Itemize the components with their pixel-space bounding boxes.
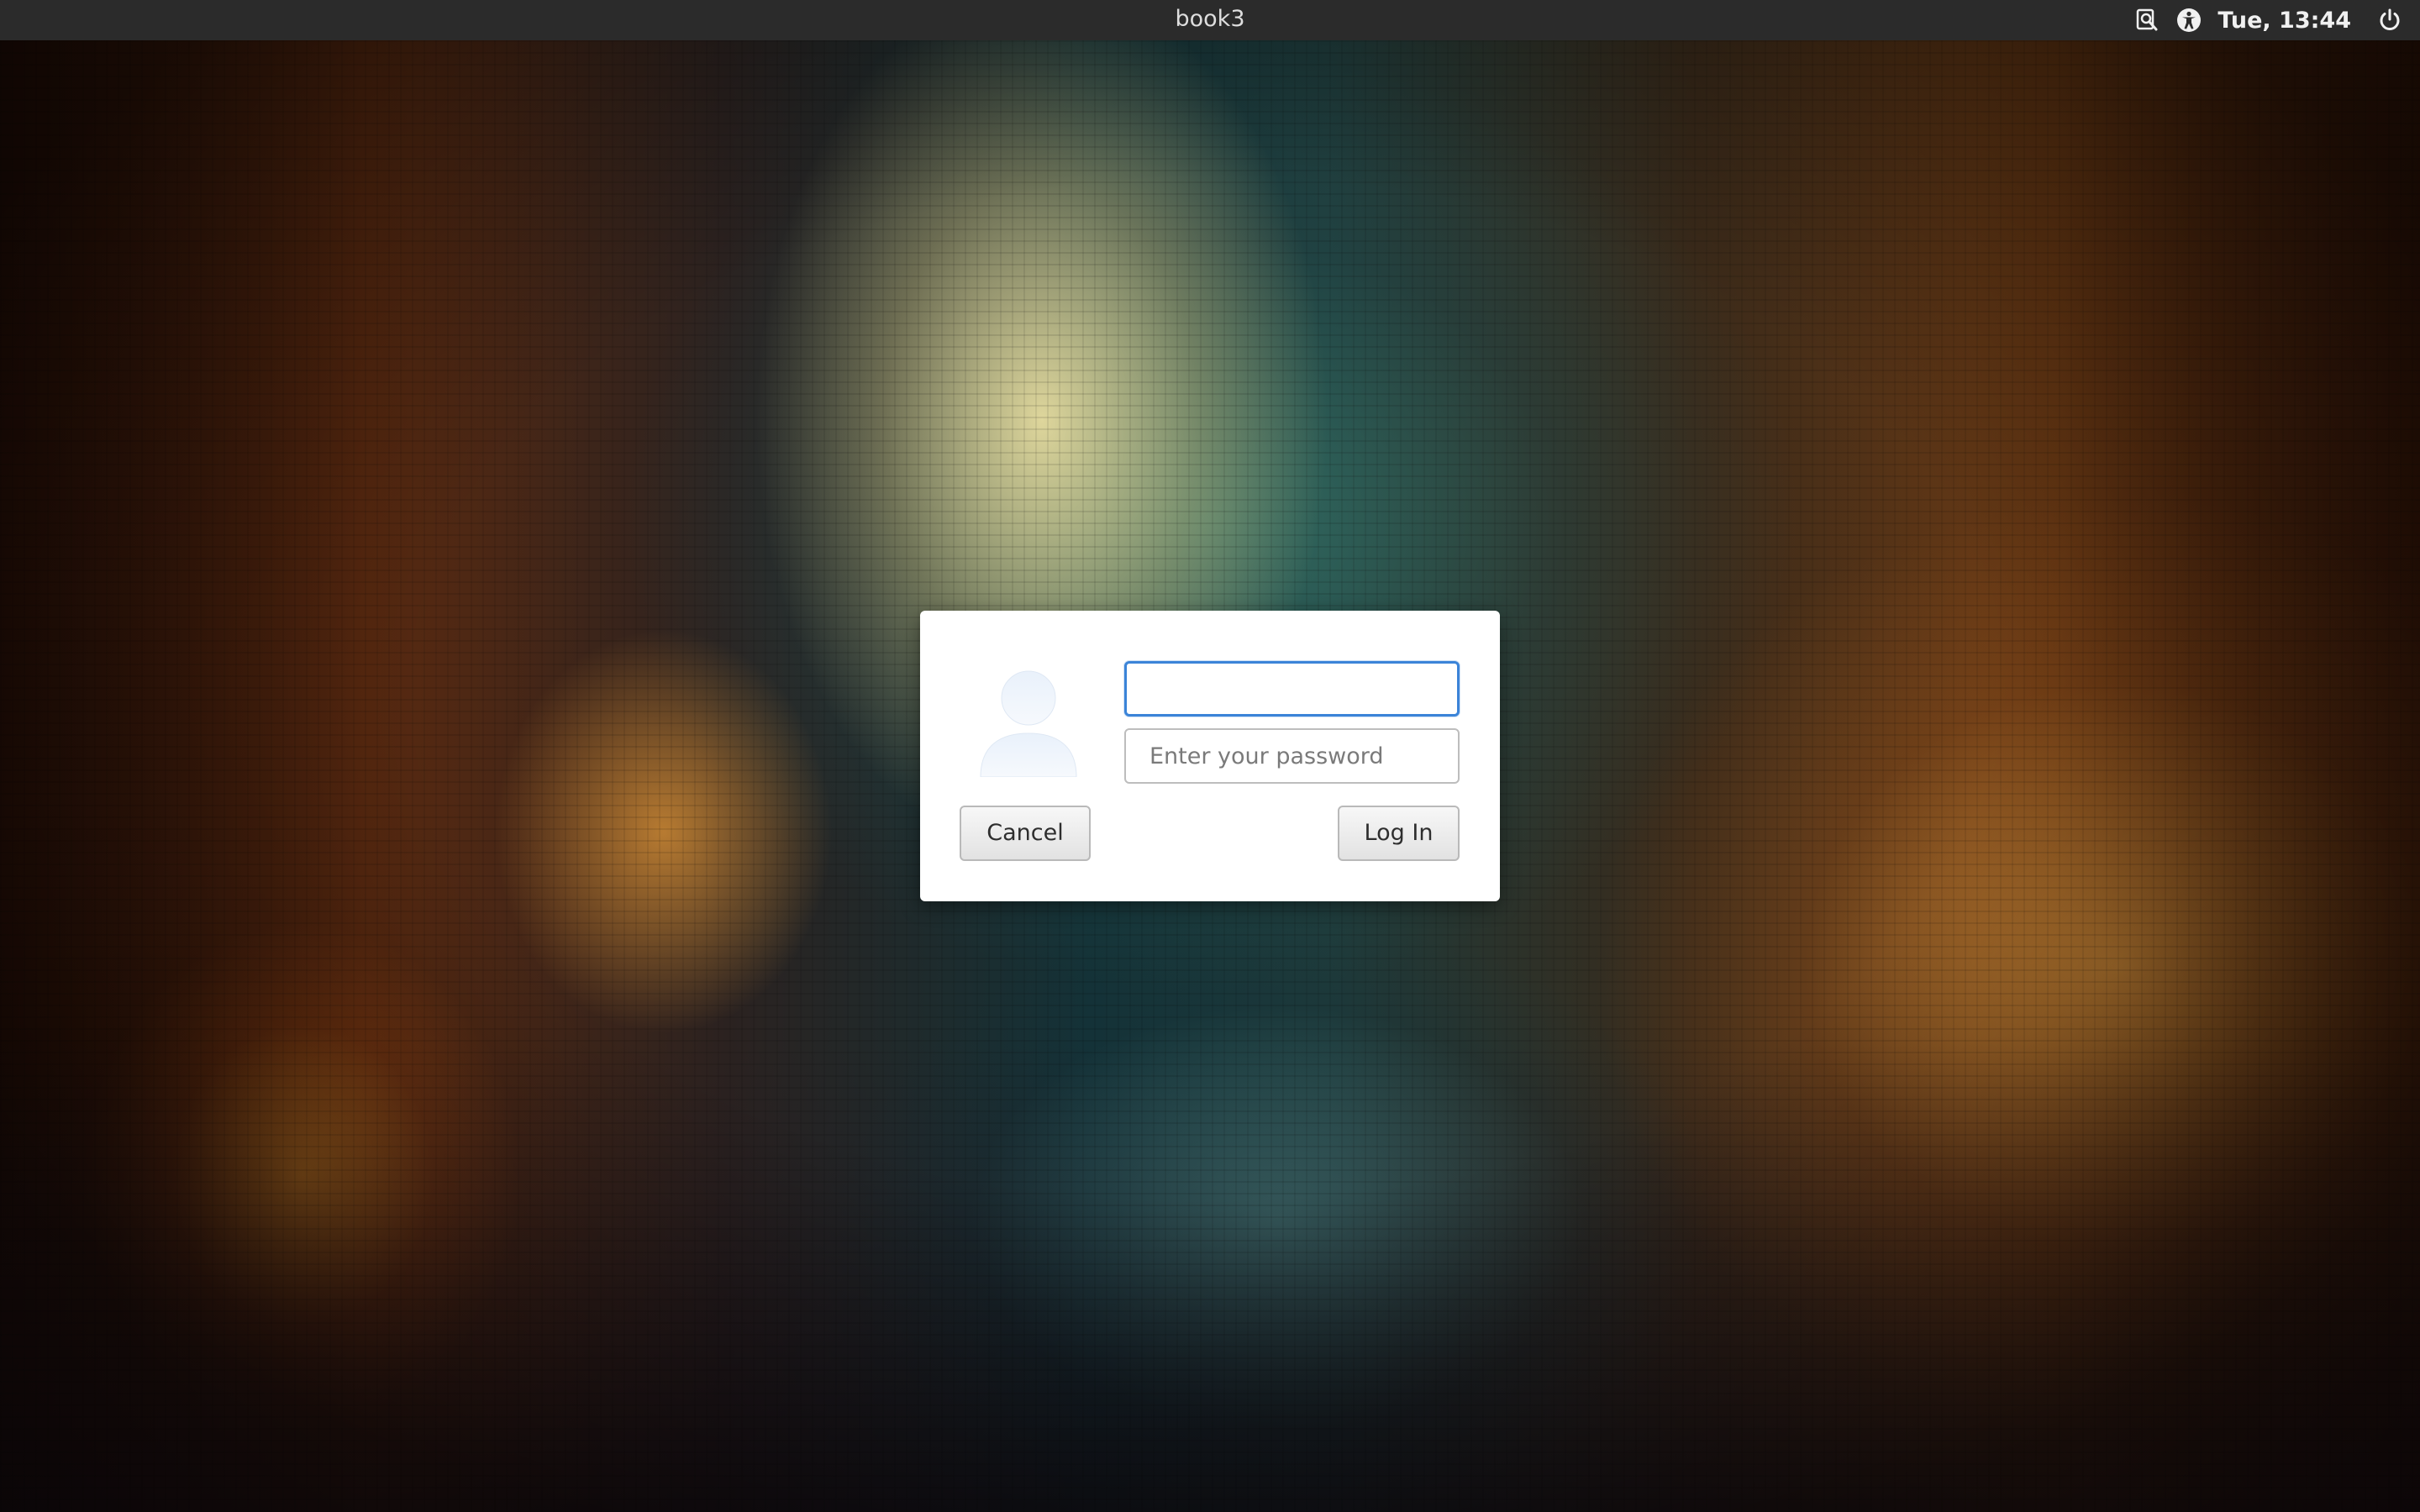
system-tray: Tue, 13:44	[2133, 0, 2403, 40]
screen-reader-icon[interactable]	[2133, 7, 2160, 34]
clock[interactable]: Tue, 13:44	[2217, 8, 2351, 34]
login-screen: book3 Tue, 13:44 Cancel Log In	[0, 0, 2420, 1512]
power-icon[interactable]	[2376, 7, 2403, 34]
hostname-label: book3	[1175, 6, 1245, 32]
accessibility-icon[interactable]	[2175, 7, 2202, 34]
top-bar: book3 Tue, 13:44	[0, 0, 2420, 40]
wallpaper-left-wall	[0, 40, 588, 1512]
password-input[interactable]	[1124, 728, 1460, 784]
username-input[interactable]	[1124, 661, 1460, 717]
cancel-button[interactable]: Cancel	[960, 806, 1091, 861]
login-dialog: Cancel Log In	[920, 611, 1500, 901]
wallpaper-floor	[0, 1042, 2420, 1512]
login-button[interactable]: Log In	[1338, 806, 1460, 861]
wallpaper-right-wall	[1781, 40, 2420, 1512]
user-avatar-icon	[974, 668, 1083, 778]
